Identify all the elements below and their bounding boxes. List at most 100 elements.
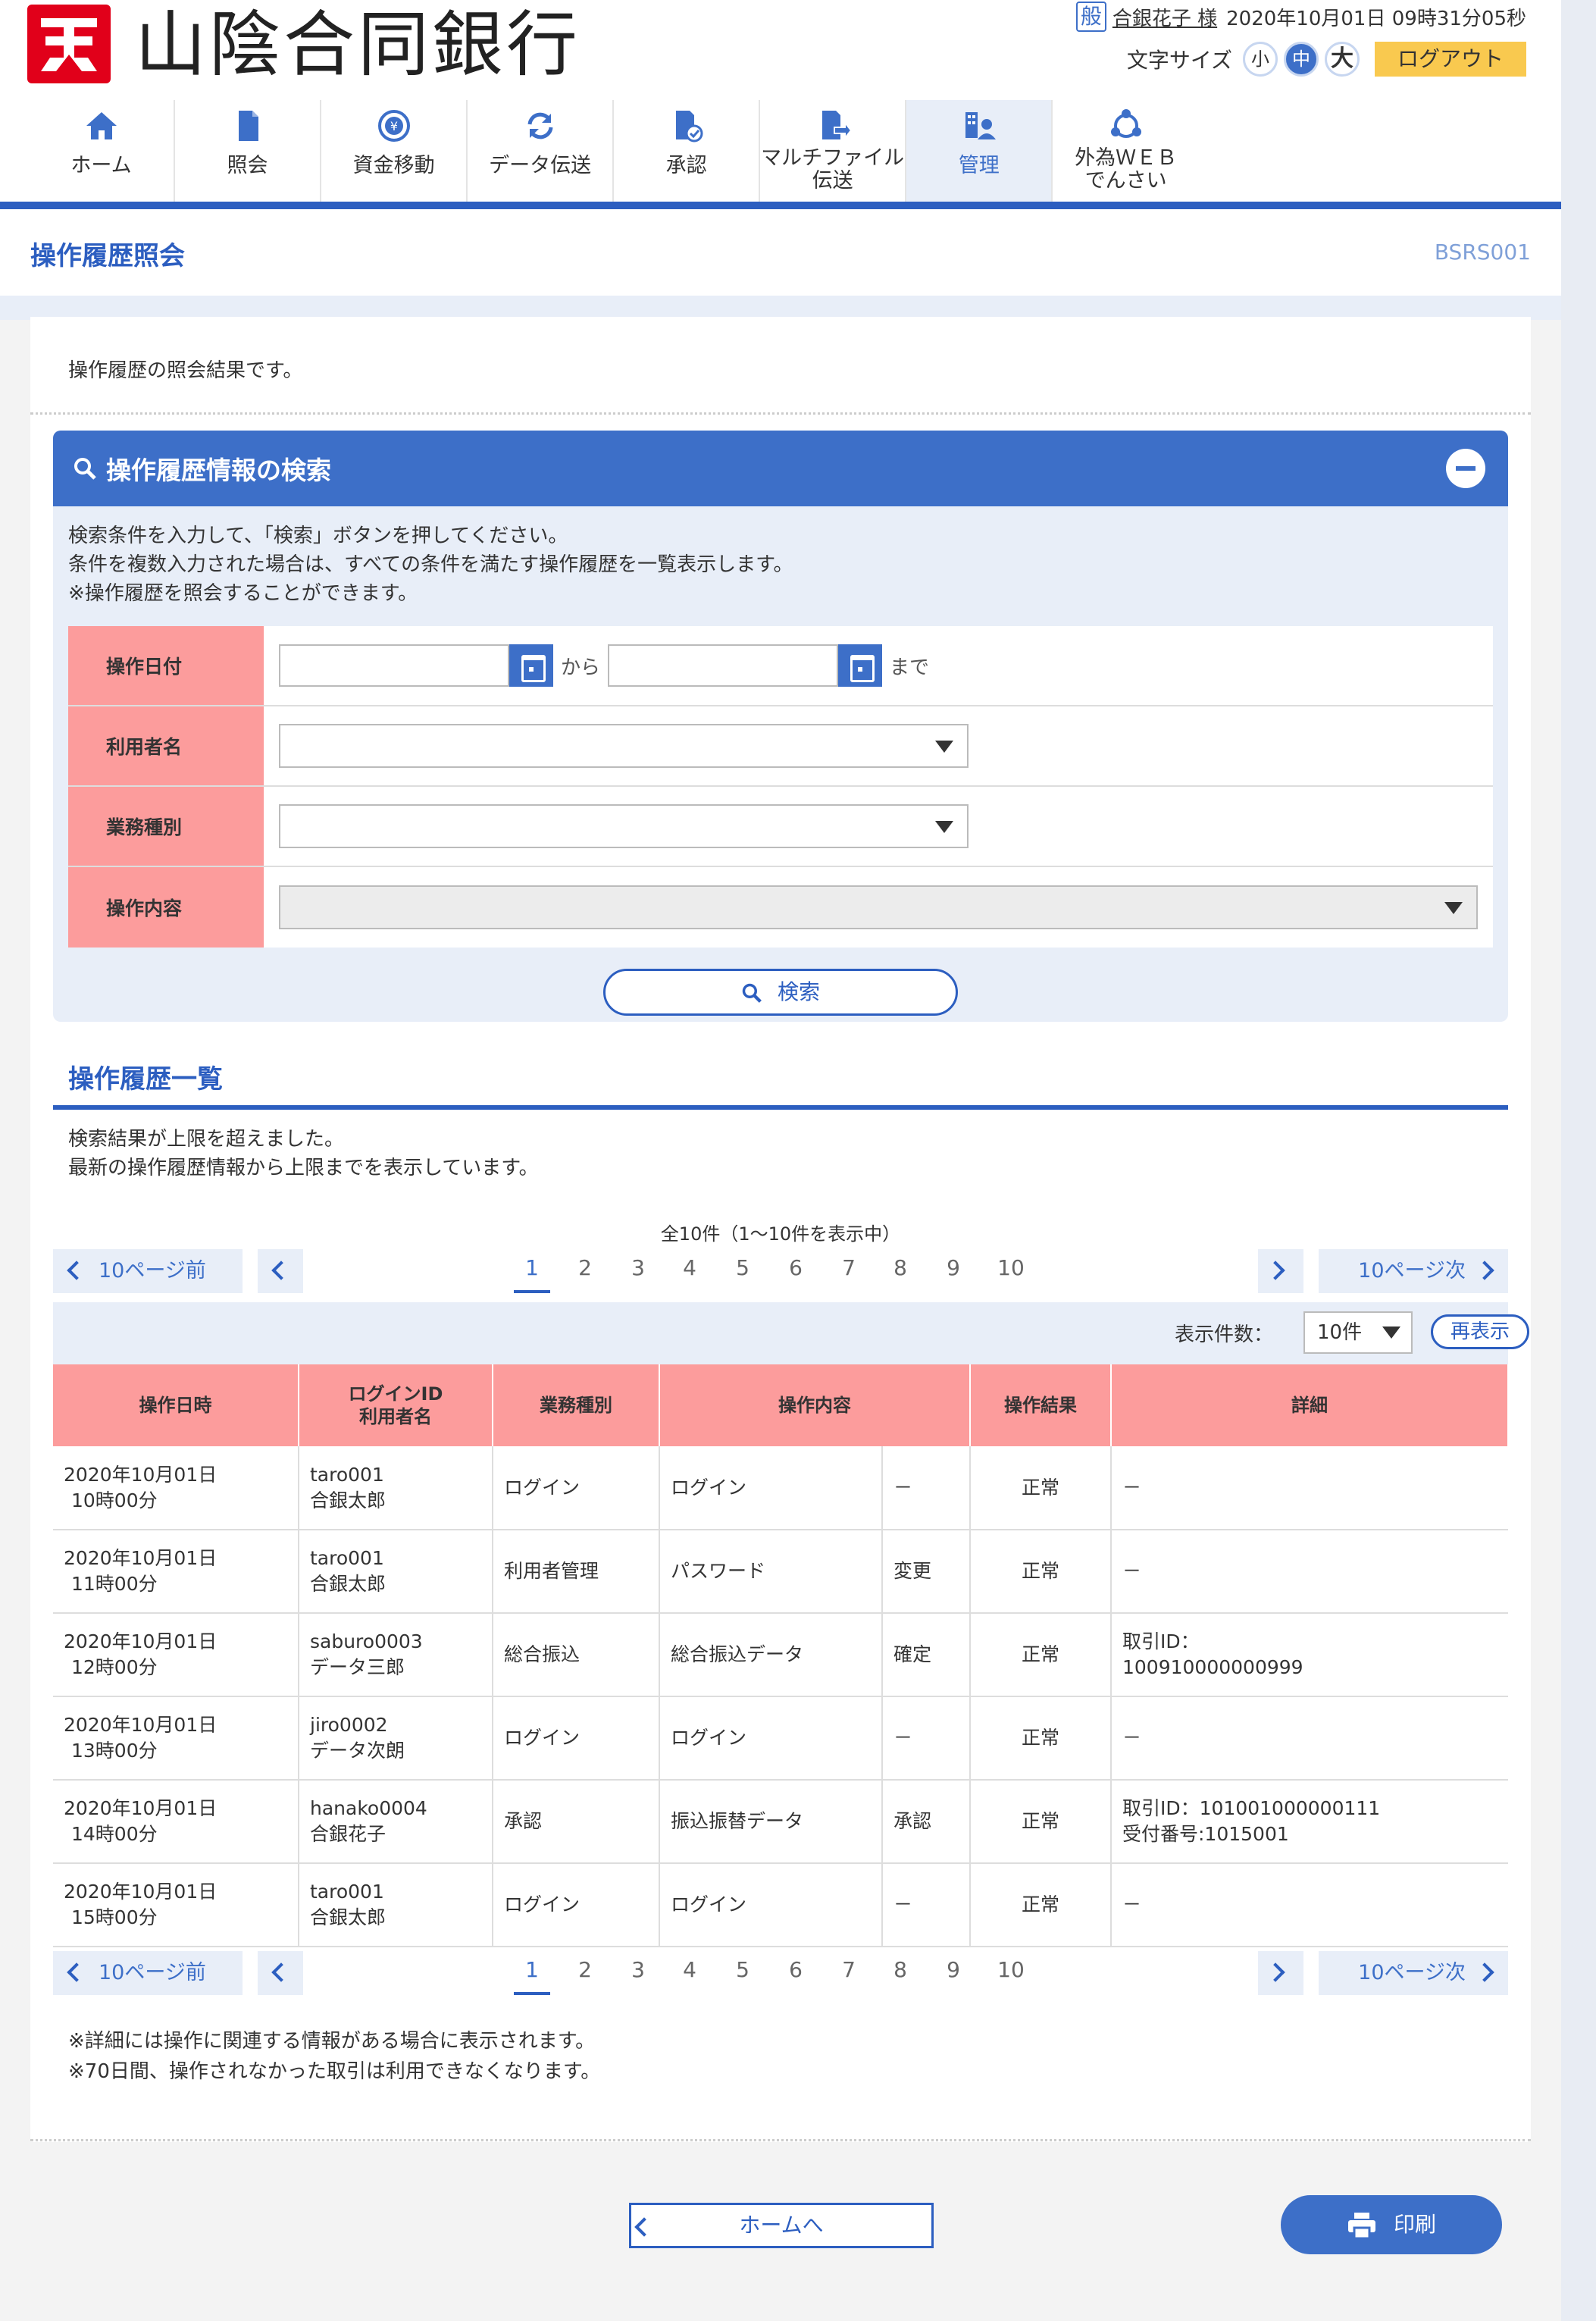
redisplay-button[interactable]: 再表示 [1431,1314,1529,1349]
date-to-input[interactable] [608,644,839,687]
page-8[interactable]: 8 [882,1249,918,1293]
cell-operation-action: － [882,1863,971,1947]
table-header-row: 操作日時 ログインID 利用者名 業務種別 操作内容 操作結果 詳細 [53,1364,1509,1446]
nav-label-line2: 伝送 [812,169,853,193]
col-login[interactable]: ログインID 利用者名 [299,1364,493,1446]
service-label: 業務種別 [68,787,264,866]
page-6[interactable]: 6 [778,1249,814,1293]
row-detail-line: 取引ID：101001000000111 [1122,1797,1381,1819]
prev-10-pages-button[interactable]: 10ページ前 [53,1249,243,1293]
col-user-name: 利用者名 [359,1406,432,1427]
search-panel-header[interactable]: 操作履歴情報の検索 [53,431,1508,506]
page-7[interactable]: 7 [831,1951,867,1995]
font-size-medium-button[interactable]: 中 [1284,42,1319,77]
col-result[interactable]: 操作結果 [970,1364,1112,1446]
prev-10-pages-button[interactable]: 10ページ前 [53,1951,243,1995]
next-10-pages-button[interactable]: 10ページ次 [1319,1249,1508,1293]
calendar-icon[interactable] [838,644,883,687]
font-size-large-button[interactable]: 大 [1325,42,1360,77]
table-row: 2020年10月01日 12時00分 saburo0003 データ三郎 総合振込 総合振込… [53,1613,1508,1697]
printer-icon [1347,2213,1375,2240]
row-user-name: 合銀太郎 [310,1573,386,1595]
page-10[interactable]: 10 [988,1951,1034,1995]
display-count-label: 表示件数： [1175,1323,1274,1346]
list-title: 操作履歴一覧 [68,1064,223,1095]
cell-detail: 取引ID：101001000000111 受付番号:1015001 [1111,1780,1508,1864]
prev-page-button[interactable] [258,1249,303,1293]
row-time: 14時00分 [71,1823,158,1845]
svg-text:¥: ¥ [390,119,397,133]
date-from-input[interactable] [279,644,509,687]
nav-label: 承認 [665,154,707,177]
collapse-icon[interactable] [1446,449,1485,488]
page-10[interactable]: 10 [988,1249,1034,1293]
page-1[interactable]: 1 [514,1951,550,1995]
page-9[interactable]: 9 [935,1951,972,1995]
nav-management[interactable]: 管理 [906,100,1053,203]
page-8[interactable]: 8 [882,1951,918,1995]
page-7[interactable]: 7 [831,1249,867,1293]
cell-service: ログイン [493,1696,660,1781]
calendar-icon[interactable] [509,644,553,687]
print-button[interactable]: 印刷 [1281,2195,1502,2254]
cell-service: 総合振込 [493,1613,660,1697]
cell-result: 正常 [970,1863,1112,1947]
page-2[interactable]: 2 [567,1249,603,1293]
home-button[interactable]: ホームへ [629,2203,934,2248]
row-date: 2020年10月01日 [64,1463,217,1486]
row-date: 2020年10月01日 [64,1881,217,1903]
page-5[interactable]: 5 [724,1249,761,1293]
nav-home[interactable]: ホーム [29,100,176,203]
col-datetime[interactable]: 操作日時 [53,1364,299,1446]
page-9[interactable]: 9 [935,1249,972,1293]
next-10-pages-button[interactable]: 10ページ次 [1319,1951,1508,1995]
table-row: 2020年10月01日 14時00分 hanako0004 合銀花子 承認 振込振替データ… [53,1780,1508,1864]
cell-datetime: 2020年10月01日 13時00分 [53,1696,299,1781]
nav-approval[interactable]: 承認 [614,100,761,203]
nav-label: 管理 [958,154,1000,177]
page-2[interactable]: 2 [567,1951,603,1995]
next-page-button[interactable] [1258,1951,1303,1995]
cell-detail: － [1111,1696,1508,1781]
font-size-small-button[interactable]: 小 [1243,42,1278,77]
page: 山陰合同銀行 般 合銀花子 様 2020年10月01日 09時31分05秒 文字… [0,0,1561,2321]
home-icon [86,112,117,139]
display-options-bar: 表示件数： 10件 再表示 [53,1302,1529,1364]
display-count-select[interactable]: 10件 [1303,1311,1413,1354]
col-operation[interactable]: 操作内容 [659,1364,971,1446]
page-4[interactable]: 4 [671,1951,708,1995]
dotted-divider [30,412,1531,415]
page-3[interactable]: 3 [620,1249,656,1293]
cell-operation: 振込振替データ [659,1780,883,1864]
nav-data-transmission[interactable]: データ伝送 [468,100,615,203]
nav-fund-transfer[interactable]: ¥ 資金移動 [321,100,468,203]
cell-result: 正常 [970,1613,1112,1697]
search-button[interactable]: 検索 [603,969,958,1016]
nav-label-line1: マルチファイル [761,146,905,170]
bank-logo[interactable] [27,5,111,83]
cell-result: 正常 [970,1530,1112,1614]
row-time: 11時00分 [71,1573,158,1595]
page-1[interactable]: 1 [514,1249,550,1293]
user-select[interactable] [279,724,969,768]
prev-page-button[interactable] [258,1951,303,1995]
col-service[interactable]: 業務種別 [493,1364,660,1446]
cell-datetime: 2020年10月01日 12時00分 [53,1613,299,1697]
logout-button[interactable]: ログアウト [1375,42,1526,77]
operation-select[interactable] [279,885,1478,929]
nav-multi-file[interactable]: マルチファイル 伝送 [760,100,907,203]
page-3[interactable]: 3 [620,1951,656,1995]
search-description: 検索条件を入力して、「検索」ボタンを押してください。 条件を複数入力された場合は… [68,522,793,608]
user-name-link[interactable]: 合銀花子 様 [1113,3,1217,31]
home-button-label: ホームへ [739,2213,824,2238]
nav-inquiry[interactable]: 照会 [175,100,322,203]
service-select[interactable] [279,804,969,848]
page-6[interactable]: 6 [778,1951,814,1995]
pagination-bottom: 10ページ前 1 2 3 4 5 6 7 8 9 10 10ページ次 [53,1951,1508,1995]
nav-forex-densai[interactable]: 外為ＷＥＢ でんさい [1053,100,1199,203]
page-5[interactable]: 5 [724,1951,761,1995]
next-page-button[interactable] [1258,1249,1303,1293]
cell-operation: ログイン [659,1696,883,1781]
page-4[interactable]: 4 [671,1249,708,1293]
col-detail: 詳細 [1111,1364,1509,1446]
